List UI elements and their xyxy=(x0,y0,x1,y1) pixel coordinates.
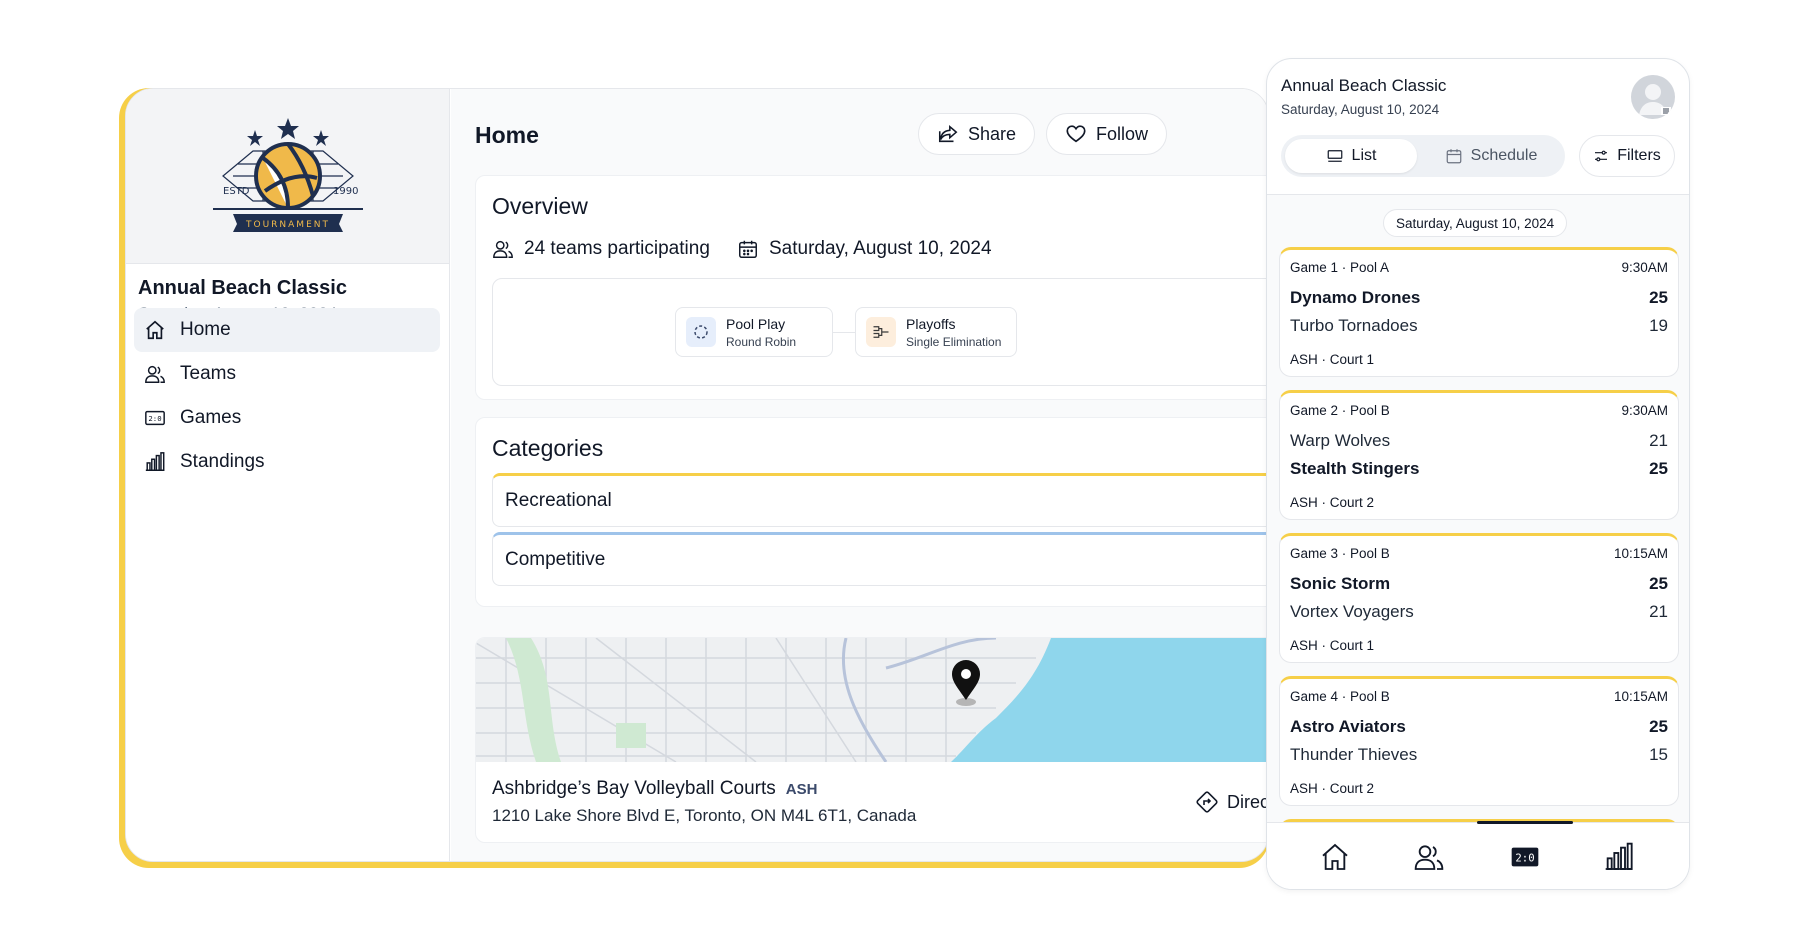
venue-code: ASH xyxy=(785,781,818,798)
sidebar-item-standings[interactable]: Standings xyxy=(134,440,440,484)
overview-title: Overview xyxy=(492,193,588,219)
mobile-title: Annual Beach Classic xyxy=(1281,76,1447,95)
bottom-nav-standings[interactable] xyxy=(1601,839,1637,875)
logo-year: 1990 xyxy=(333,186,358,197)
game-card[interactable]: Game 4 · Pool B 10:15AM Astro Aviators 2… xyxy=(1279,676,1679,806)
view-tabs: List Schedule xyxy=(1281,135,1565,177)
bottom-nav-games[interactable]: 2:0 xyxy=(1507,839,1543,875)
event-date: Saturday, August 10, 2024 xyxy=(737,238,992,260)
round-robin-icon xyxy=(686,317,716,347)
directions-icon xyxy=(1196,791,1218,813)
game-card[interactable]: Game 3 · Pool B 10:15AM Sonic Storm 25 V… xyxy=(1279,533,1679,663)
phase-playoffs[interactable]: Playoffs Single Elimination xyxy=(855,307,1017,357)
sidebar-item-label: Home xyxy=(180,319,231,340)
phase-pool-play[interactable]: Pool Play Round Robin xyxy=(675,307,833,357)
logo-estd: ESTD xyxy=(223,186,250,197)
filters-button[interactable]: Filters xyxy=(1579,135,1675,177)
active-tab-indicator xyxy=(1477,821,1573,824)
scoreboard-icon: 2:0 xyxy=(145,410,165,426)
svg-text:2:0: 2:0 xyxy=(1515,852,1534,865)
games-list[interactable]: Saturday, August 10, 2024 Game 1 · Pool … xyxy=(1267,194,1689,824)
sidebar-item-label: Games xyxy=(180,407,242,428)
page-title: Home xyxy=(475,122,539,148)
bottom-nav-home[interactable] xyxy=(1317,839,1353,875)
game-card[interactable]: Game 1 · Pool A 9:30AM Dynamo Drones 25 … xyxy=(1279,247,1679,377)
home-icon xyxy=(146,320,164,340)
venue-map[interactable] xyxy=(476,638,1269,762)
bottom-nav: 2:0 xyxy=(1267,821,1689,889)
tournament-logo: ESTD 1990 TOURNAMENT xyxy=(126,89,449,264)
categories-card: Categories Recreational Competitive xyxy=(475,417,1268,607)
svg-text:2:0: 2:0 xyxy=(148,414,161,423)
tab-schedule[interactable]: Schedule xyxy=(1421,139,1561,173)
list-icon xyxy=(1327,150,1342,162)
users-icon xyxy=(1414,845,1444,870)
category-recreational[interactable]: Recreational xyxy=(492,473,1268,527)
sidebar-item-home[interactable]: Home xyxy=(134,308,440,352)
sidebar-item-teams[interactable]: Teams xyxy=(134,352,440,396)
avatar[interactable] xyxy=(1631,75,1675,119)
venue-card: Ashbridge’s Bay Volleyball Courts ASH 121… xyxy=(475,637,1269,843)
share-icon xyxy=(938,124,958,143)
sidebar-item-label: Standings xyxy=(180,451,265,472)
teams-count: 24 teams participating xyxy=(492,238,710,260)
home-icon xyxy=(1322,843,1348,870)
bar-chart-icon xyxy=(1605,842,1633,870)
sidebar: ESTD 1990 TOURNAMENT Annual Beach Classi… xyxy=(126,89,450,861)
tournament-title: Annual Beach Classic xyxy=(138,277,347,299)
mobile-app-panel: Annual Beach Classic Saturday, August 10… xyxy=(1266,58,1690,890)
format-phases: Pool Play Round Robin Playoffs Single El… xyxy=(492,278,1268,386)
overview-card: Overview 24 teams participating Saturday… xyxy=(475,175,1268,400)
sidebar-item-games[interactable]: 2:0 Games xyxy=(134,396,440,440)
sliders-icon xyxy=(1595,150,1608,162)
logo-banner: TOURNAMENT xyxy=(245,220,330,230)
user-avatar-icon xyxy=(1639,84,1671,115)
follow-button[interactable]: Follow xyxy=(1046,113,1168,155)
follow-label: Follow xyxy=(1096,123,1149,144)
share-button[interactable]: Share xyxy=(918,113,1036,155)
sidebar-item-label: Teams xyxy=(180,363,236,384)
share-label: Share xyxy=(968,123,1017,144)
main-content: Home Share Follow Overview 24 teams part… xyxy=(451,89,1268,861)
bottom-nav-teams[interactable] xyxy=(1411,839,1447,875)
calendar-icon xyxy=(1446,149,1461,164)
scoreboard-icon: 2:0 xyxy=(1511,847,1539,867)
categories-title: Categories xyxy=(492,435,604,461)
bracket-icon xyxy=(866,317,896,347)
venue-name[interactable]: Ashbridge’s Bay Volleyball Courts ASH xyxy=(492,778,817,800)
day-chip: Saturday, August 10, 2024 xyxy=(1383,209,1568,237)
desktop-app-window: ESTD 1990 TOURNAMENT Annual Beach Classi… xyxy=(125,88,1269,862)
directions-button[interactable]: Direc xyxy=(1195,790,1268,814)
calendar-icon xyxy=(739,240,757,258)
mobile-date: Saturday, August 10, 2024 xyxy=(1281,102,1440,117)
users-icon xyxy=(145,365,165,383)
game-card[interactable]: Game 2 · Pool B 9:30AM Warp Wolves 21 St… xyxy=(1279,390,1679,520)
users-icon xyxy=(493,240,513,258)
heart-icon xyxy=(1066,125,1086,143)
category-competitive[interactable]: Competitive xyxy=(492,532,1268,586)
bar-chart-icon xyxy=(145,452,165,471)
venue-address: 1210 Lake Shore Blvd E, Toronto, ON M4L … xyxy=(492,806,917,825)
tab-list[interactable]: List xyxy=(1285,139,1417,173)
